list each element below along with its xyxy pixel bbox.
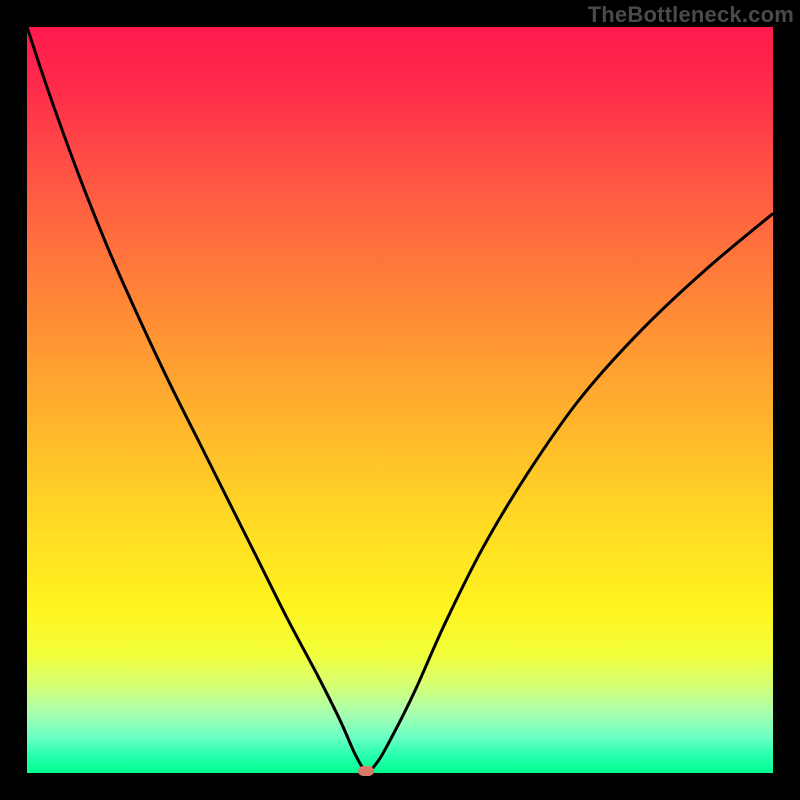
curve-path (27, 27, 773, 771)
chart-container: TheBottleneck.com (0, 0, 800, 800)
watermark-text: TheBottleneck.com (588, 2, 794, 28)
optimum-marker (358, 766, 374, 776)
plot-area (27, 27, 773, 773)
bottleneck-curve (27, 27, 773, 773)
